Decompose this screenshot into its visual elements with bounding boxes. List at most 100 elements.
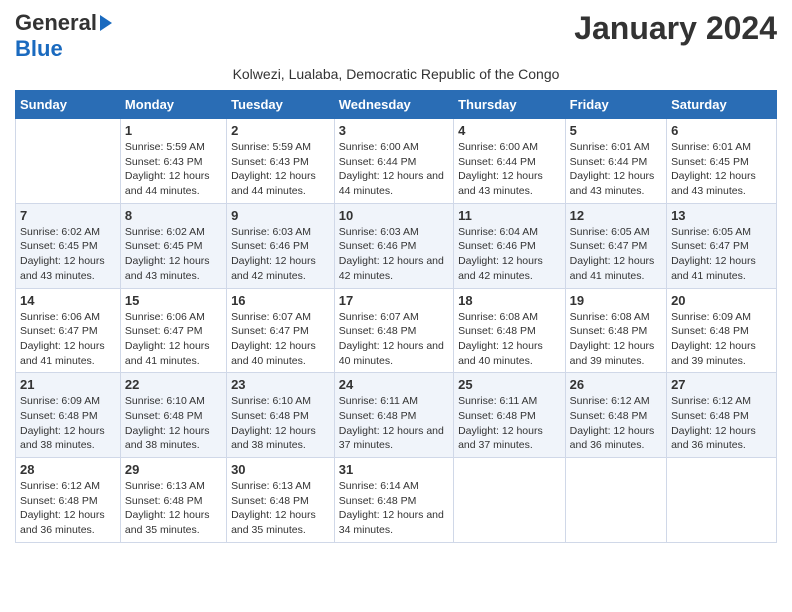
day-number: 24 xyxy=(339,377,449,392)
calendar-cell: 7 Sunrise: 6:02 AMSunset: 6:45 PMDaylight… xyxy=(16,203,121,288)
calendar-table: SundayMondayTuesdayWednesdayThursdayFrid… xyxy=(15,90,777,543)
cell-info: Sunrise: 6:07 AMSunset: 6:47 PMDaylight:… xyxy=(231,310,330,369)
calendar-cell: 16Sunrise: 6:07 AMSunset: 6:47 PMDayligh… xyxy=(227,288,335,373)
calendar-cell: 21 Sunrise: 6:09 AMSunset: 6:48 PMDayligh… xyxy=(16,373,121,458)
day-number: 21 xyxy=(20,377,116,392)
cell-info: Sunrise: 6:01 AMSunset: 6:45 PMDaylight:… xyxy=(671,140,772,199)
calendar-cell: 18 Sunrise: 6:08 AMSunset: 6:48 PMDayligh… xyxy=(454,288,566,373)
calendar-cell: 27 Sunrise: 6:12 AMSunset: 6:48 PMDayligh… xyxy=(667,373,777,458)
cell-info: Sunrise: 6:01 AMSunset: 6:44 PMDaylight:… xyxy=(570,140,662,199)
calendar-cell xyxy=(565,458,666,543)
calendar-cell: 20 Sunrise: 6:09 AMSunset: 6:48 PMDayligh… xyxy=(667,288,777,373)
cell-info: Sunrise: 6:00 AMSunset: 6:44 PMDaylight:… xyxy=(458,140,561,199)
calendar-cell xyxy=(16,119,121,204)
cell-info: Sunrise: 6:06 AMSunset: 6:47 PMDaylight:… xyxy=(125,310,222,369)
calendar-cell: 12 Sunrise: 6:05 AMSunset: 6:47 PMDayligh… xyxy=(565,203,666,288)
calendar-cell: 5 Sunrise: 6:01 AMSunset: 6:44 PMDaylight… xyxy=(565,119,666,204)
day-number: 30 xyxy=(231,462,330,477)
calendar-cell: 11 Sunrise: 6:04 AMSunset: 6:46 PMDayligh… xyxy=(454,203,566,288)
day-number: 1 xyxy=(125,123,222,138)
calendar-cell: 4 Sunrise: 6:00 AMSunset: 6:44 PMDaylight… xyxy=(454,119,566,204)
cell-info: Sunrise: 6:08 AMSunset: 6:48 PMDaylight:… xyxy=(570,310,662,369)
cell-info: Sunrise: 6:02 AMSunset: 6:45 PMDaylight:… xyxy=(125,225,222,284)
logo-blue-text: Blue xyxy=(15,36,63,61)
cell-info: Sunrise: 6:06 AMSunset: 6:47 PMDaylight:… xyxy=(20,310,116,369)
logo: General Blue xyxy=(15,10,112,62)
day-number: 26 xyxy=(570,377,662,392)
calendar-cell xyxy=(667,458,777,543)
col-header-tuesday: Tuesday xyxy=(227,91,335,119)
cell-info: Sunrise: 6:10 AMSunset: 6:48 PMDaylight:… xyxy=(231,394,330,453)
calendar-cell: 24 Sunrise: 6:11 AMSunset: 6:48 PMDayligh… xyxy=(334,373,453,458)
calendar-cell: 9Sunrise: 6:03 AMSunset: 6:46 PMDaylight… xyxy=(227,203,335,288)
cell-info: Sunrise: 6:11 AMSunset: 6:48 PMDaylight:… xyxy=(339,394,449,453)
day-number: 10 xyxy=(339,208,449,223)
day-number: 7 xyxy=(20,208,116,223)
day-number: 12 xyxy=(570,208,662,223)
day-number: 15 xyxy=(125,293,222,308)
title-block: January 2024 xyxy=(574,10,777,47)
col-header-monday: Monday xyxy=(120,91,226,119)
day-number: 3 xyxy=(339,123,449,138)
day-number: 4 xyxy=(458,123,561,138)
day-number: 5 xyxy=(570,123,662,138)
col-header-wednesday: Wednesday xyxy=(334,91,453,119)
day-number: 14 xyxy=(20,293,116,308)
day-number: 13 xyxy=(671,208,772,223)
week-row-1: 1 Sunrise: 5:59 AMSunset: 6:43 PMDaylight… xyxy=(16,119,777,204)
calendar-cell: 19 Sunrise: 6:08 AMSunset: 6:48 PMDayligh… xyxy=(565,288,666,373)
day-number: 27 xyxy=(671,377,772,392)
cell-info: Sunrise: 6:03 AMSunset: 6:46 PMDaylight:… xyxy=(231,225,330,284)
cell-info: Sunrise: 6:05 AMSunset: 6:47 PMDaylight:… xyxy=(671,225,772,284)
day-number: 20 xyxy=(671,293,772,308)
day-number: 11 xyxy=(458,208,561,223)
cell-info: Sunrise: 6:05 AMSunset: 6:47 PMDaylight:… xyxy=(570,225,662,284)
cell-info: Sunrise: 6:13 AMSunset: 6:48 PMDaylight:… xyxy=(231,479,330,538)
week-row-4: 21 Sunrise: 6:09 AMSunset: 6:48 PMDayligh… xyxy=(16,373,777,458)
col-header-friday: Friday xyxy=(565,91,666,119)
day-number: 23 xyxy=(231,377,330,392)
cell-info: Sunrise: 6:08 AMSunset: 6:48 PMDaylight:… xyxy=(458,310,561,369)
calendar-cell: 3 Sunrise: 6:00 AMSunset: 6:44 PMDaylight… xyxy=(334,119,453,204)
week-row-3: 14 Sunrise: 6:06 AMSunset: 6:47 PMDayligh… xyxy=(16,288,777,373)
calendar-cell xyxy=(454,458,566,543)
cell-info: Sunrise: 6:04 AMSunset: 6:46 PMDaylight:… xyxy=(458,225,561,284)
cell-info: Sunrise: 6:03 AMSunset: 6:46 PMDaylight:… xyxy=(339,225,449,284)
day-number: 2 xyxy=(231,123,330,138)
calendar-cell: 10 Sunrise: 6:03 AMSunset: 6:46 PMDayligh… xyxy=(334,203,453,288)
calendar-cell: 13 Sunrise: 6:05 AMSunset: 6:47 PMDayligh… xyxy=(667,203,777,288)
calendar-cell: 28 Sunrise: 6:12 AMSunset: 6:48 PMDayligh… xyxy=(16,458,121,543)
calendar-cell: 30 Sunrise: 6:13 AMSunset: 6:48 PMDayligh… xyxy=(227,458,335,543)
week-row-5: 28 Sunrise: 6:12 AMSunset: 6:48 PMDayligh… xyxy=(16,458,777,543)
col-header-sunday: Sunday xyxy=(16,91,121,119)
cell-info: Sunrise: 6:00 AMSunset: 6:44 PMDaylight:… xyxy=(339,140,449,199)
day-number: 8 xyxy=(125,208,222,223)
calendar-cell: 15 Sunrise: 6:06 AMSunset: 6:47 PMDayligh… xyxy=(120,288,226,373)
calendar-cell: 29Sunrise: 6:13 AMSunset: 6:48 PMDayligh… xyxy=(120,458,226,543)
calendar-cell: 26Sunrise: 6:12 AMSunset: 6:48 PMDayligh… xyxy=(565,373,666,458)
cell-info: Sunrise: 5:59 AMSunset: 6:43 PMDaylight:… xyxy=(231,140,330,199)
day-number: 17 xyxy=(339,293,449,308)
calendar-cell: 1Sunrise: 5:59 AMSunset: 6:43 PMDaylight… xyxy=(120,119,226,204)
cell-info: Sunrise: 6:12 AMSunset: 6:48 PMDaylight:… xyxy=(20,479,116,538)
subtitle: Kolwezi, Lualaba, Democratic Republic of… xyxy=(15,66,777,82)
calendar-cell: 17Sunrise: 6:07 AMSunset: 6:48 PMDayligh… xyxy=(334,288,453,373)
week-row-2: 7 Sunrise: 6:02 AMSunset: 6:45 PMDaylight… xyxy=(16,203,777,288)
cell-info: Sunrise: 6:09 AMSunset: 6:48 PMDaylight:… xyxy=(20,394,116,453)
day-number: 25 xyxy=(458,377,561,392)
day-number: 6 xyxy=(671,123,772,138)
calendar-cell: 31Sunrise: 6:14 AMSunset: 6:48 PMDayligh… xyxy=(334,458,453,543)
day-number: 28 xyxy=(20,462,116,477)
cell-info: Sunrise: 6:09 AMSunset: 6:48 PMDaylight:… xyxy=(671,310,772,369)
day-number: 19 xyxy=(570,293,662,308)
calendar-cell: 14 Sunrise: 6:06 AMSunset: 6:47 PMDayligh… xyxy=(16,288,121,373)
cell-info: Sunrise: 6:10 AMSunset: 6:48 PMDaylight:… xyxy=(125,394,222,453)
day-number: 22 xyxy=(125,377,222,392)
cell-info: Sunrise: 6:12 AMSunset: 6:48 PMDaylight:… xyxy=(671,394,772,453)
main-title: January 2024 xyxy=(574,10,777,47)
calendar-cell: 25Sunrise: 6:11 AMSunset: 6:48 PMDayligh… xyxy=(454,373,566,458)
logo-arrow-icon xyxy=(100,15,112,31)
cell-info: Sunrise: 6:02 AMSunset: 6:45 PMDaylight:… xyxy=(20,225,116,284)
day-number: 18 xyxy=(458,293,561,308)
calendar-cell: 8 Sunrise: 6:02 AMSunset: 6:45 PMDaylight… xyxy=(120,203,226,288)
